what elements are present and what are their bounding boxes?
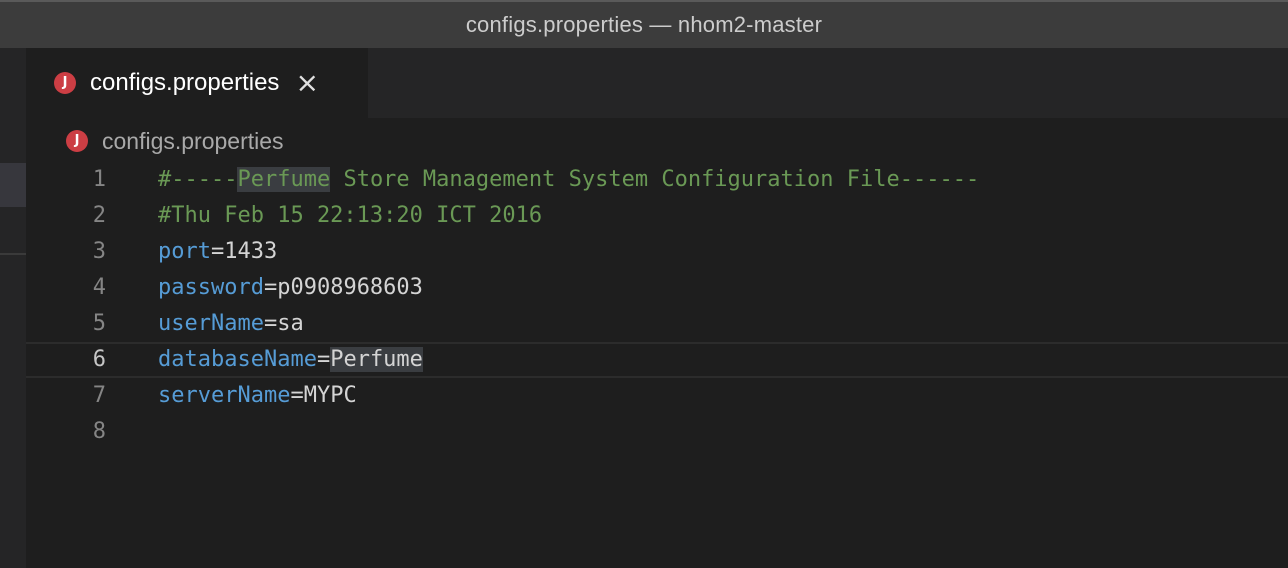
line-content: databaseName=Perfume (158, 344, 423, 376)
breadcrumb: J configs.properties (66, 126, 284, 156)
code-editor[interactable]: 1 #-----Perfume Store Management System … (26, 162, 1288, 568)
property-value: Perfume (330, 347, 423, 372)
property-value: sa (277, 311, 304, 336)
code-line[interactable]: 3 port=1433 (26, 234, 1288, 270)
line-number: 7 (92, 383, 106, 408)
sidebar-divider (0, 253, 26, 255)
close-icon[interactable]: × (295, 69, 318, 97)
property-separator: = (316, 347, 331, 372)
current-code-line[interactable]: 6 databaseName=Perfume (26, 342, 1288, 378)
property-separator: = (263, 311, 278, 336)
code-line[interactable]: 5 userName=sa (26, 306, 1288, 342)
code-line[interactable]: 4 password=p0908968603 (26, 270, 1288, 306)
line-number: 3 (92, 239, 106, 264)
property-separator: = (290, 383, 304, 408)
comment-text: Store Management System Configuration Fi… (330, 167, 980, 192)
java-file-icon: J (66, 130, 88, 152)
property-value: 1433 (224, 239, 278, 264)
property-key: port (158, 239, 211, 264)
line-number: 2 (92, 203, 106, 228)
line-content: serverName=MYPC (158, 378, 357, 414)
property-value: p0908968603 (277, 275, 423, 300)
line-number: 1 (92, 167, 106, 192)
property-separator: = (263, 275, 278, 300)
code-line[interactable]: 7 serverName=MYPC (26, 378, 1288, 414)
breadcrumb-file-label[interactable]: configs.properties (102, 128, 284, 155)
tab-configs-properties[interactable]: J configs.properties × (26, 48, 368, 118)
property-key: databaseName (158, 347, 317, 372)
editor-tabs: J configs.properties × (26, 48, 1288, 118)
line-content: port=1433 (158, 234, 277, 270)
code-line[interactable]: 2 #Thu Feb 15 22:13:20 ICT 2016 (26, 198, 1288, 234)
highlighted-word: Perfume (237, 167, 331, 192)
code-line[interactable]: 1 #-----Perfume Store Management System … (26, 162, 1288, 198)
line-content: userName=sa (158, 306, 304, 342)
title-bar: configs.properties — nhom2-master (0, 0, 1288, 48)
line-number: 5 (92, 311, 106, 336)
property-separator: = (210, 239, 225, 264)
line-content: #-----Perfume Store Management System Co… (158, 162, 979, 198)
line-number: 4 (92, 275, 106, 300)
tab-label: configs.properties (90, 69, 280, 96)
java-file-icon: J (54, 72, 76, 94)
line-content: password=p0908968603 (158, 270, 423, 306)
window-title: configs.properties — nhom2-master (465, 12, 823, 37)
sidebar-selected-item[interactable] (0, 163, 26, 207)
property-key: userName (158, 311, 264, 336)
sidebar (0, 48, 26, 568)
code-line[interactable]: 8 (26, 414, 1288, 450)
line-number: 6 (92, 347, 106, 372)
property-key: serverName (158, 383, 291, 408)
property-key: password (158, 275, 264, 300)
comment-text: #----- (158, 167, 238, 192)
comment-text: #Thu Feb 15 22:13:20 ICT 2016 (158, 203, 543, 228)
line-number: 8 (92, 419, 106, 444)
property-value: MYPC (303, 383, 357, 408)
